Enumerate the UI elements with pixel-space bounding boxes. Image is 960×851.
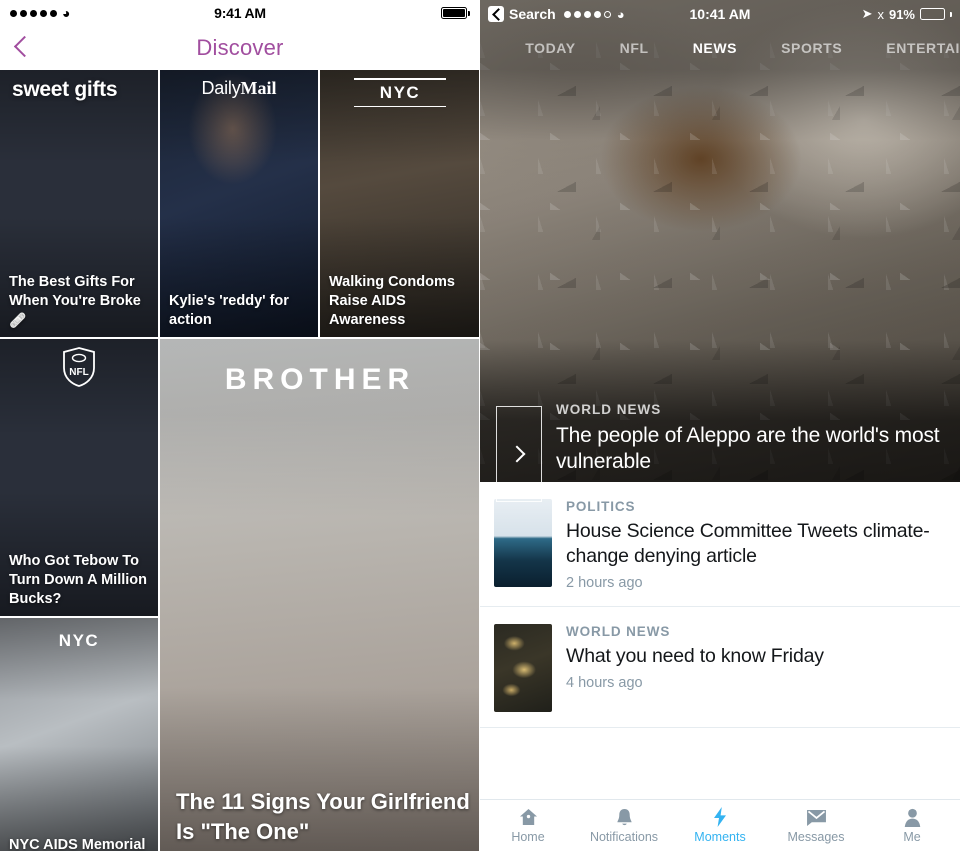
- list-item[interactable]: WORLD NEWS What you need to know Friday …: [480, 607, 960, 728]
- discover-tile-sweet-gifts[interactable]: sweet gifts The Best Gifts For When You'…: [0, 70, 158, 337]
- discover-tile-nyc-aids[interactable]: NYC NYC AIDS Memorial: [0, 618, 158, 851]
- tab-sports[interactable]: SPORTS: [759, 40, 864, 56]
- tab-notifications[interactable]: Notifications: [576, 808, 672, 844]
- tab-nfl[interactable]: NFL: [598, 40, 671, 56]
- right-status-bar: Search ◕ 10:41 AM ➤ x 91%: [480, 0, 960, 28]
- tab-entertainment[interactable]: ENTERTAINM: [864, 40, 960, 56]
- tile-headline: Who Got Tebow To Turn Down A Million Buc…: [9, 553, 147, 607]
- battery-cap: [950, 11, 952, 17]
- brand-logo-daily-mail: DailyMail: [160, 78, 318, 99]
- mushrooms-thumbnail: [494, 624, 552, 712]
- tile-headline: NYC AIDS Memorial: [9, 837, 146, 851]
- left-status-bar: ◕ 9:41 AM: [0, 0, 480, 26]
- moments-list: POLITICS House Science Committee Tweets …: [480, 482, 960, 728]
- tab-home[interactable]: Home: [480, 808, 576, 844]
- tab-label: Notifications: [589, 829, 659, 844]
- tab-news[interactable]: NEWS: [671, 40, 759, 56]
- tab-today[interactable]: TODAY: [503, 40, 597, 56]
- person-icon: [904, 808, 921, 827]
- discover-tile-nyc-condoms[interactable]: NYC Walking Condoms Raise AIDS Awareness: [320, 70, 480, 337]
- discover-tile-daily-mail[interactable]: DailyMail Kylie's 'reddy' for action: [160, 70, 318, 337]
- discover-tile-grid: sweet gifts The Best Gifts For When You'…: [0, 70, 480, 851]
- battery-icon: [920, 8, 945, 20]
- list-item-text: WORLD NEWS What you need to know Friday …: [566, 624, 946, 712]
- tab-label: Me: [903, 829, 921, 844]
- chevron-right-icon: [508, 445, 526, 463]
- bell-icon: [616, 808, 633, 827]
- category-tab-strip[interactable]: IN TODAY NFL NEWS SPORTS ENTERTAINM: [480, 28, 960, 68]
- tile-headline: The Best Gifts For When You're Broke 🩹: [9, 273, 151, 330]
- twitter-moments-screen: Search ◕ 10:41 AM ➤ x 91% IN TODAY NFL N…: [480, 0, 960, 851]
- discover-nav-bar: Discover: [0, 26, 480, 70]
- list-item-timestamp: 2 hours ago: [566, 575, 643, 591]
- list-item-headline: House Science Committee Tweets climate-c…: [566, 520, 930, 567]
- nfl-shield-icon: NFL: [63, 347, 95, 387]
- brand-bold: Mail: [240, 78, 277, 98]
- list-item-timestamp: 4 hours ago: [566, 675, 643, 691]
- hero-open-button[interactable]: [496, 406, 542, 502]
- bandage-emoji-icon: 🩹: [9, 312, 27, 328]
- tile-headline: Kylie's 'reddy' for action: [169, 293, 289, 328]
- brand-logo-brother: BROTHER: [224, 363, 416, 396]
- brand-logo-sweet-gifts: sweet gifts: [12, 78, 118, 101]
- discover-tile-nfl-tebow[interactable]: NFL Who Got Tebow To Turn Down A Million…: [0, 339, 158, 616]
- svg-text:NFL: NFL: [69, 367, 88, 378]
- hero-headline: The people of Aleppo are the world's mos…: [556, 424, 940, 473]
- home-icon: [519, 808, 538, 827]
- back-button[interactable]: [14, 35, 30, 61]
- hero-card[interactable]: WORLD NEWS The people of Aleppo are the …: [480, 400, 960, 518]
- brand-logo-nyc: NYC: [320, 78, 480, 107]
- tab-label: Messages: [787, 829, 845, 844]
- status-time: 9:41 AM: [214, 5, 266, 21]
- brand-logo-nyc: NYC: [0, 626, 158, 654]
- snapchat-discover-screen: ◕ 9:41 AM Discover sweet gifts The Best …: [0, 0, 480, 851]
- tab-me[interactable]: Me: [864, 808, 960, 844]
- tab-label: Home: [511, 829, 545, 844]
- tab-moments[interactable]: Moments: [672, 807, 768, 844]
- nyc-rule-bottom: [354, 105, 446, 107]
- bluetooth-icon: x: [877, 6, 884, 22]
- location-arrow-icon: ➤: [861, 6, 873, 21]
- lightning-bolt-icon: [713, 807, 727, 827]
- tile-headline: Walking Condoms Raise AIDS Awareness: [329, 274, 455, 328]
- hero-timestamp: 2 hours ago: [556, 482, 633, 498]
- envelope-icon: [806, 808, 827, 827]
- page-title: Discover: [196, 35, 284, 60]
- list-item-headline: What you need to know Friday: [566, 645, 824, 667]
- panel-divider: [479, 0, 480, 851]
- tab-label: Moments: [694, 829, 746, 844]
- list-item-category: WORLD NEWS: [566, 624, 671, 639]
- status-right-cluster: ➤ x 91%: [862, 6, 952, 22]
- tile-gradient: [160, 339, 480, 851]
- tab-messages[interactable]: Messages: [768, 808, 864, 844]
- dual-screenshot: ◕ 9:41 AM Discover sweet gifts The Best …: [0, 0, 960, 851]
- brand-logo-nfl: NFL: [0, 347, 158, 392]
- discover-tile-brother[interactable]: BROTHER The 11 Signs Your Girlfriend Is …: [160, 339, 480, 851]
- bottom-tab-bar: Home Notifications Moments Messages Me: [480, 799, 960, 851]
- battery-percent: 91%: [888, 6, 915, 22]
- tile-headline-text: The Best Gifts For When You're Broke: [9, 274, 141, 309]
- nyc-wordmark: NYC: [58, 630, 100, 650]
- nyc-wordmark: NYC: [379, 82, 421, 102]
- hero-text-block: WORLD NEWS The people of Aleppo are the …: [556, 400, 944, 498]
- tile-headline: The 11 Signs Your Girlfriend Is "The One…: [176, 789, 470, 844]
- hero-category: WORLD NEWS: [556, 402, 662, 417]
- tab-in[interactable]: IN: [480, 40, 503, 56]
- brand-prefix: Daily: [201, 78, 241, 98]
